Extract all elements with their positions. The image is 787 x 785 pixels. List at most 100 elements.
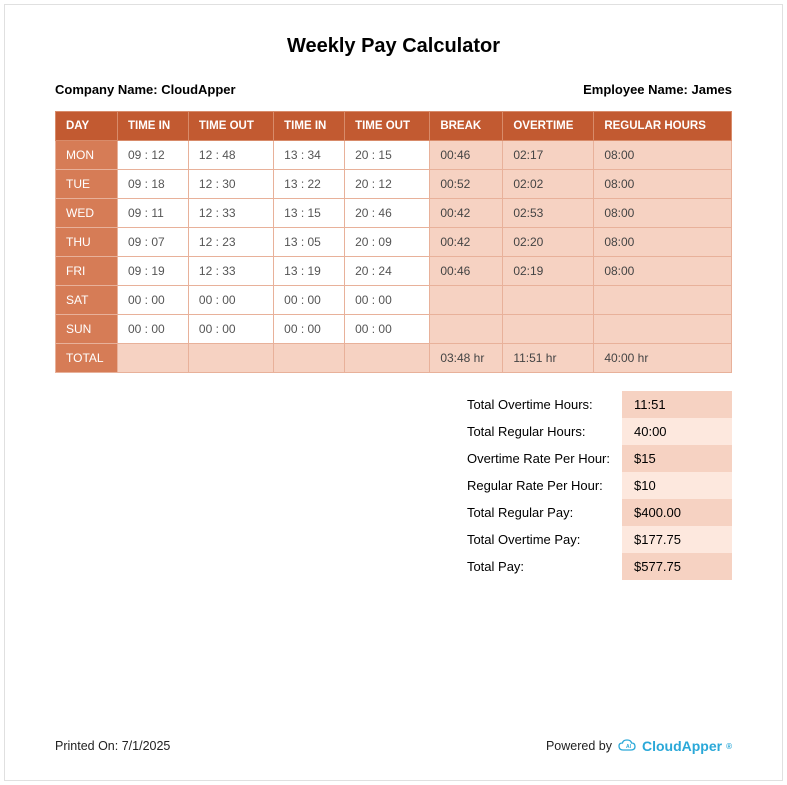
cell-in2: 13 : 34 bbox=[274, 141, 345, 170]
cell-reg: 08:00 bbox=[594, 199, 732, 228]
page-title: Weekly Pay Calculator bbox=[55, 35, 732, 58]
summary-label: Total Overtime Hours: bbox=[455, 391, 622, 418]
cell-in1: 09 : 18 bbox=[118, 170, 189, 199]
cell-reg bbox=[594, 286, 732, 315]
cell-in2: 13 : 22 bbox=[274, 170, 345, 199]
summary-row: Total Overtime Hours:11:51 bbox=[455, 391, 732, 418]
printed-label: Printed On: bbox=[55, 739, 118, 753]
cell-out2: 20 : 46 bbox=[345, 199, 430, 228]
cell-day: SAT bbox=[56, 286, 118, 315]
table-row: THU09 : 0712 : 2313 : 0520 : 0900:4202:2… bbox=[56, 228, 732, 257]
cell-break bbox=[430, 315, 503, 344]
cell-blank bbox=[345, 344, 430, 373]
th-overtime: OVERTIME bbox=[503, 112, 594, 141]
summary-value: $177.75 bbox=[622, 526, 732, 553]
summary-value: $15 bbox=[622, 445, 732, 472]
cell-reg: 08:00 bbox=[594, 141, 732, 170]
brand-logo: AI CloudApper® bbox=[618, 738, 732, 754]
summary-section: Total Overtime Hours:11:51Total Regular … bbox=[55, 391, 732, 580]
time-table: DAY TIME IN TIME OUT TIME IN TIME OUT BR… bbox=[55, 111, 732, 373]
cell-out1: 12 : 48 bbox=[188, 141, 273, 170]
cell-break bbox=[430, 286, 503, 315]
cell-in1: 09 : 07 bbox=[118, 228, 189, 257]
cell-total-label: TOTAL bbox=[56, 344, 118, 373]
meta-row: Company Name: CloudApper Employee Name: … bbox=[55, 82, 732, 97]
cell-total-ot: 11:51 hr bbox=[503, 344, 594, 373]
summary-label: Total Overtime Pay: bbox=[455, 526, 622, 553]
cell-break: 00:46 bbox=[430, 141, 503, 170]
company-label: Company Name: bbox=[55, 82, 158, 97]
table-row: TUE09 : 1812 : 3013 : 2220 : 1200:5202:0… bbox=[56, 170, 732, 199]
cell-out2: 20 : 12 bbox=[345, 170, 430, 199]
cell-ot bbox=[503, 286, 594, 315]
table-total-row: TOTAL 03:48 hr11:51 hr40:00 hr bbox=[56, 344, 732, 373]
cell-ot: 02:19 bbox=[503, 257, 594, 286]
th-time-in1: TIME IN bbox=[118, 112, 189, 141]
cell-in1: 09 : 12 bbox=[118, 141, 189, 170]
summary-value: 40:00 bbox=[622, 418, 732, 445]
th-time-out2: TIME OUT bbox=[345, 112, 430, 141]
employee-meta: Employee Name: James bbox=[583, 82, 732, 97]
table-header-row: DAY TIME IN TIME OUT TIME IN TIME OUT BR… bbox=[56, 112, 732, 141]
cell-blank bbox=[118, 344, 189, 373]
summary-value: 11:51 bbox=[622, 391, 732, 418]
cell-in1: 09 : 19 bbox=[118, 257, 189, 286]
table-row: SAT00 : 0000 : 0000 : 0000 : 00 bbox=[56, 286, 732, 315]
th-break: BREAK bbox=[430, 112, 503, 141]
summary-label: Regular Rate Per Hour: bbox=[455, 472, 622, 499]
th-day: DAY bbox=[56, 112, 118, 141]
cell-reg bbox=[594, 315, 732, 344]
cell-day: TUE bbox=[56, 170, 118, 199]
footer: Printed On: 7/1/2025 Powered by AI Cloud… bbox=[55, 738, 732, 754]
summary-row: Overtime Rate Per Hour:$15 bbox=[455, 445, 732, 472]
cell-in2: 00 : 00 bbox=[274, 286, 345, 315]
cell-in2: 13 : 05 bbox=[274, 228, 345, 257]
cell-out2: 00 : 00 bbox=[345, 315, 430, 344]
printed-date: 7/1/2025 bbox=[122, 739, 171, 753]
cell-break: 00:42 bbox=[430, 228, 503, 257]
cell-out2: 20 : 09 bbox=[345, 228, 430, 257]
cell-break: 00:42 bbox=[430, 199, 503, 228]
cell-out1: 00 : 00 bbox=[188, 315, 273, 344]
cell-out1: 12 : 23 bbox=[188, 228, 273, 257]
cell-day: MON bbox=[56, 141, 118, 170]
cell-out1: 12 : 33 bbox=[188, 199, 273, 228]
cell-out2: 20 : 15 bbox=[345, 141, 430, 170]
cell-ot: 02:02 bbox=[503, 170, 594, 199]
cell-in2: 13 : 15 bbox=[274, 199, 345, 228]
summary-label: Total Pay: bbox=[455, 553, 622, 580]
th-regular: REGULAR HOURS bbox=[594, 112, 732, 141]
summary-value: $10 bbox=[622, 472, 732, 499]
cell-reg: 08:00 bbox=[594, 228, 732, 257]
table-row: WED09 : 1112 : 3313 : 1520 : 4600:4202:5… bbox=[56, 199, 732, 228]
cell-day: SUN bbox=[56, 315, 118, 344]
cell-blank bbox=[188, 344, 273, 373]
cell-in1: 00 : 00 bbox=[118, 286, 189, 315]
employee-label: Employee Name: bbox=[583, 82, 688, 97]
cell-in2: 13 : 19 bbox=[274, 257, 345, 286]
cell-blank bbox=[274, 344, 345, 373]
table-row: SUN00 : 0000 : 0000 : 0000 : 00 bbox=[56, 315, 732, 344]
cell-in1: 09 : 11 bbox=[118, 199, 189, 228]
company-meta: Company Name: CloudApper bbox=[55, 82, 236, 97]
summary-row: Regular Rate Per Hour:$10 bbox=[455, 472, 732, 499]
cell-ot: 02:17 bbox=[503, 141, 594, 170]
table-row: FRI09 : 1912 : 3313 : 1920 : 2400:4602:1… bbox=[56, 257, 732, 286]
cell-total-break: 03:48 hr bbox=[430, 344, 503, 373]
cell-reg: 08:00 bbox=[594, 257, 732, 286]
summary-label: Total Regular Hours: bbox=[455, 418, 622, 445]
cell-break: 00:52 bbox=[430, 170, 503, 199]
cell-in2: 00 : 00 bbox=[274, 315, 345, 344]
brand-name: CloudApper bbox=[642, 738, 722, 754]
cell-break: 00:46 bbox=[430, 257, 503, 286]
powered-by: Powered by AI CloudApper® bbox=[546, 738, 732, 754]
cell-out1: 12 : 33 bbox=[188, 257, 273, 286]
employee-name: James bbox=[692, 82, 732, 97]
cell-total-reg: 40:00 hr bbox=[594, 344, 732, 373]
cell-in1: 00 : 00 bbox=[118, 315, 189, 344]
summary-row: Total Pay:$577.75 bbox=[455, 553, 732, 580]
cell-ot bbox=[503, 315, 594, 344]
summary-row: Total Overtime Pay:$177.75 bbox=[455, 526, 732, 553]
summary-label: Overtime Rate Per Hour: bbox=[455, 445, 622, 472]
cell-out1: 12 : 30 bbox=[188, 170, 273, 199]
